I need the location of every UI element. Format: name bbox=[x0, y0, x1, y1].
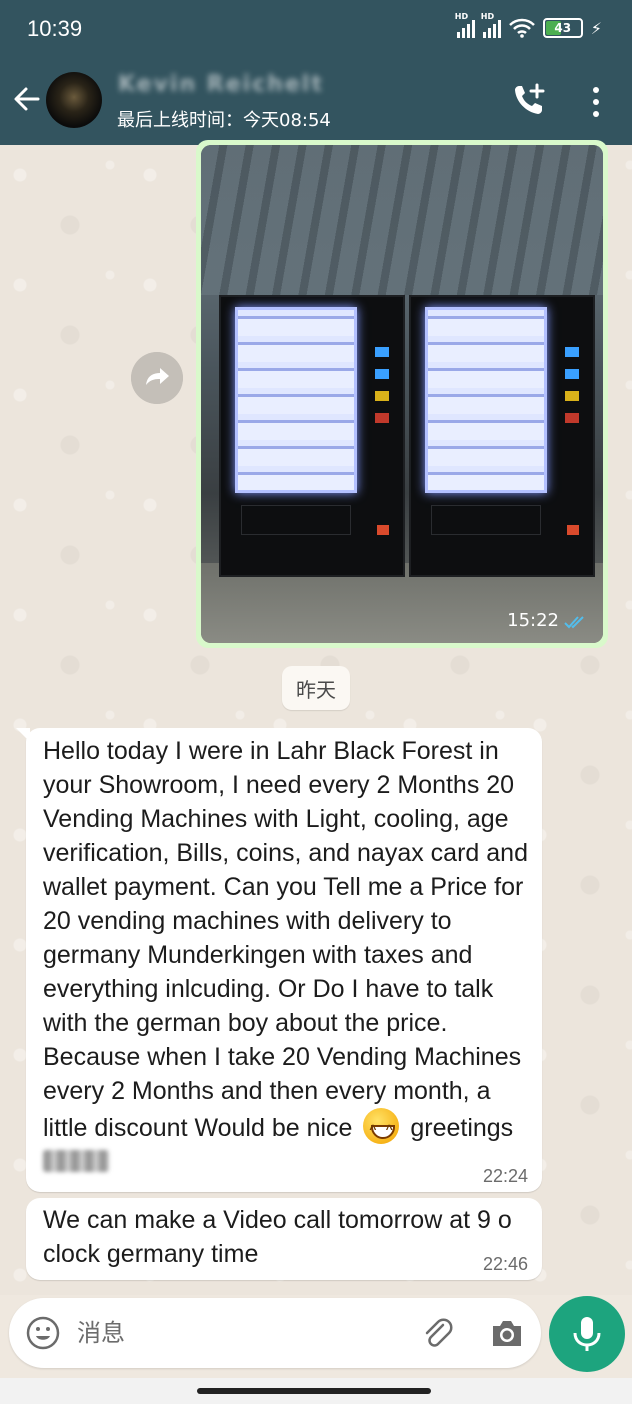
signal-hd-label: HD bbox=[480, 12, 495, 21]
message-time: 22:46 bbox=[482, 1254, 528, 1274]
voice-message-button[interactable] bbox=[549, 1296, 625, 1372]
incoming-message[interactable]: Hello today I were in Lahr Black Forest … bbox=[16, 728, 542, 1192]
battery-icon: 43 bbox=[542, 18, 583, 38]
charging-icon: ⚡ bbox=[590, 18, 602, 38]
signal-hd-label: HD bbox=[454, 12, 469, 21]
camera-icon[interactable] bbox=[489, 1316, 525, 1350]
signal-icon: HD bbox=[481, 12, 501, 38]
message-text: Hello today I were in Lahr Black Forest … bbox=[43, 737, 528, 1142]
wifi-icon bbox=[508, 18, 535, 38]
message-time: 15:22 bbox=[507, 610, 559, 631]
vending-machine-right bbox=[409, 295, 595, 577]
redacted-signature bbox=[43, 1150, 109, 1172]
incoming-message[interactable]: We can make a Video call tomorrow at 9 o… bbox=[26, 1198, 542, 1280]
message-time: 22:24 bbox=[482, 1166, 528, 1186]
battery-level: 43 bbox=[554, 21, 572, 35]
vending-machines-photo[interactable]: 15:22 bbox=[201, 145, 603, 643]
forward-icon[interactable] bbox=[131, 352, 183, 404]
message-input[interactable] bbox=[77, 1314, 397, 1352]
read-ticks-icon bbox=[564, 616, 584, 629]
contact-name[interactable]: Kevin Reichelt bbox=[118, 72, 324, 97]
message-text-greeting: greetings bbox=[403, 1114, 514, 1142]
more-vertical-icon[interactable] bbox=[584, 82, 608, 122]
message-text: We can make a Video call tomorrow at 9 o… bbox=[43, 1206, 512, 1268]
app-header: 10:39 HD HD 43 ⚡ Kevin Reichelt 最后上线时间：今… bbox=[0, 0, 632, 145]
attachment-icon[interactable] bbox=[419, 1315, 455, 1351]
contact-avatar[interactable] bbox=[46, 72, 102, 128]
last-seen-status: 最后上线时间：今天08:54 bbox=[117, 110, 331, 131]
back-arrow-icon[interactable] bbox=[10, 82, 44, 116]
status-time: 10:39 bbox=[27, 16, 83, 41]
message-composer bbox=[9, 1298, 541, 1368]
home-indicator[interactable] bbox=[197, 1388, 431, 1394]
microphone-icon bbox=[573, 1317, 601, 1351]
add-call-icon[interactable] bbox=[510, 80, 550, 120]
vending-machine-left bbox=[219, 295, 405, 577]
emoji-icon[interactable] bbox=[25, 1315, 61, 1351]
status-icons: HD HD 43 ⚡ bbox=[455, 12, 602, 38]
signal-icon: HD bbox=[455, 12, 475, 38]
grinning-face-emoji-icon bbox=[363, 1108, 400, 1146]
date-divider: 昨天 bbox=[282, 666, 350, 710]
image-message-bubble[interactable]: 15:22 bbox=[196, 140, 608, 648]
